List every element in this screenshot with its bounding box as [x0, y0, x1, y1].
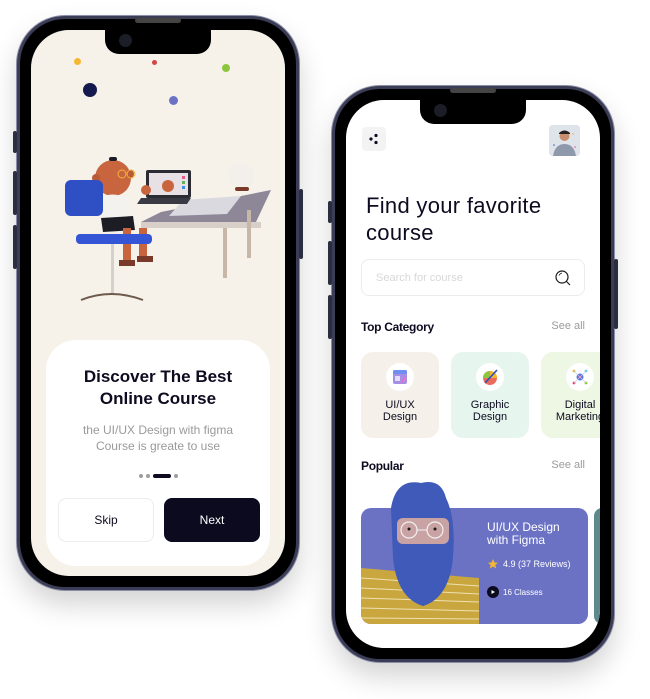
notch [105, 30, 211, 54]
power-button [299, 189, 303, 259]
category-card-ui-ux[interactable]: UI/UX Design [361, 352, 439, 438]
onboarding-phone: Discover The Best Online Course the UI/U… [13, 16, 303, 590]
skip-button[interactable]: Skip [58, 498, 154, 542]
mute-switch [13, 131, 17, 153]
confetti-dot [169, 96, 178, 105]
person-at-desk-illustration [65, 157, 271, 301]
course-thumbnail [361, 478, 479, 624]
category-icon-wrap [476, 363, 504, 391]
confetti-dot [74, 58, 81, 65]
volume-up-button [328, 241, 332, 285]
page-indicator [46, 474, 270, 478]
popular-label: Popular [361, 459, 404, 473]
bearded-man-illustration [361, 482, 479, 624]
onboarding-card: Discover The Best Online Course the UI/U… [46, 340, 270, 566]
graphic-design-icon [483, 369, 498, 385]
category-list: UI/UX Design Graphic Design Digital Mark… [361, 352, 600, 440]
power-button [614, 259, 618, 329]
course-rating: 4.9 (37 Reviews) [487, 558, 571, 570]
category-label: UI/UX Design [382, 399, 418, 423]
onboarding-title: Discover The Best Online Course [83, 367, 233, 408]
volume-down-button [328, 295, 332, 339]
notch [420, 100, 526, 124]
course-card[interactable]: UI/UX Design with Figma 4.9 (37 Reviews)… [361, 482, 588, 624]
volume-up-button [13, 171, 17, 215]
speaker [135, 18, 181, 23]
menu-dots-icon [369, 133, 378, 145]
course-title: UI/UX Design with Figma [487, 520, 560, 547]
category-card-graphic-design[interactable]: Graphic Design [451, 352, 529, 438]
onboarding-screen: Discover The Best Online Course the UI/U… [31, 30, 285, 576]
home-phone: Find your favorite course Top Category S… [328, 86, 618, 662]
course-rating-text: 4.9 (37 Reviews) [503, 559, 571, 569]
next-button[interactable]: Next [164, 498, 260, 542]
popular-see-all-link[interactable]: See all [551, 459, 585, 471]
home-screen: Find your favorite course Top Category S… [346, 100, 600, 648]
page-dot[interactable] [173, 474, 178, 478]
course-classes-text: 16 Classes [503, 587, 543, 597]
front-camera [434, 104, 447, 117]
page-dot[interactable] [145, 474, 150, 478]
avatar[interactable] [549, 125, 580, 156]
search-input[interactable] [376, 260, 546, 295]
top-category-see-all-link[interactable]: See all [551, 320, 585, 332]
category-icon-wrap [386, 363, 414, 391]
top-category-header: Top Category See all [361, 320, 585, 336]
popular-header: Popular See all [361, 459, 585, 475]
menu-button[interactable] [362, 127, 386, 151]
course-card-next-partial[interactable] [594, 508, 600, 624]
play-icon[interactable] [487, 586, 499, 598]
speaker [450, 88, 496, 93]
ui-ux-design-icon [393, 370, 407, 384]
star-icon [488, 559, 498, 569]
front-camera [119, 34, 132, 47]
mute-switch [328, 201, 332, 223]
volume-down-button [13, 225, 17, 269]
category-label: Digital Marketing [555, 399, 600, 423]
onboarding-subtitle: the UI/UX Design with figma Course is gr… [82, 423, 234, 453]
digital-marketing-icon [572, 369, 588, 385]
confetti-dot [222, 64, 230, 72]
category-icon-wrap [566, 363, 594, 391]
confetti-dot [152, 60, 157, 65]
page-title: Find your favorite course [366, 193, 542, 245]
course-classes: 16 Classes [487, 586, 543, 598]
top-category-label: Top Category [361, 320, 434, 334]
category-card-digital-marketing[interactable]: Digital Marketing [541, 352, 600, 438]
confetti-dot [83, 83, 97, 97]
page-dot-active[interactable] [152, 474, 171, 478]
page-dot[interactable] [138, 474, 143, 478]
user-avatar-photo [549, 125, 580, 156]
category-label: Graphic Design [470, 399, 510, 423]
search-icon[interactable] [554, 269, 572, 287]
search-bar[interactable] [361, 259, 585, 296]
